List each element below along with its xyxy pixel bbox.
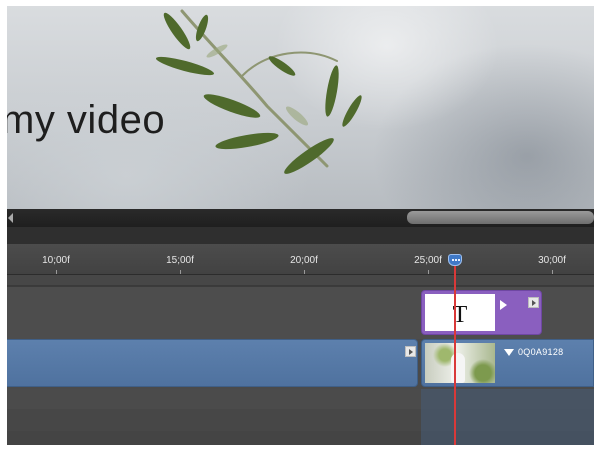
timeline-track[interactable] <box>7 275 594 286</box>
ruler-tick <box>552 270 553 274</box>
preview-monitor[interactable]: my video <box>7 6 594 209</box>
playhead-line[interactable] <box>454 260 456 445</box>
clip-end-marker-icon[interactable] <box>528 297 539 308</box>
video-editor-window: my video 10;00f 15;00f 20;00f 25;00f 30;… <box>7 6 594 445</box>
ruler-label-25s: 25;00f <box>414 255 442 266</box>
video-clip-name: 0Q0A9128 <box>518 347 564 357</box>
playhead-marker-icon[interactable] <box>448 254 462 266</box>
preview-horizontal-scrollbar[interactable] <box>7 209 594 227</box>
timeline-ruler[interactable]: 10;00f 15;00f 20;00f 25;00f 30;00f <box>7 244 594 275</box>
video-clip[interactable]: 0Q0A9128 <box>421 339 594 387</box>
title-clip-thumbnail: T <box>425 294 495 331</box>
ruler-label-15s: 15;00f <box>166 255 194 266</box>
app: my video 10;00f 15;00f 20;00f 25;00f 30;… <box>0 0 600 451</box>
ruler-label-10s: 10;00f <box>42 255 70 266</box>
chevron-down-icon[interactable] <box>504 349 514 356</box>
title-clip[interactable]: T <box>421 290 542 335</box>
ruler-label-30s: 30;00f <box>538 255 566 266</box>
scrollbar-thumb[interactable] <box>407 211 594 224</box>
play-icon <box>500 300 507 310</box>
clip-region-highlight <box>421 389 594 445</box>
scroll-left-arrow-icon[interactable] <box>8 213 13 223</box>
ruler-tick <box>56 270 57 274</box>
ruler-label-20s: 20;00f <box>290 255 318 266</box>
panel-divider[interactable] <box>7 227 594 244</box>
video-clip[interactable] <box>7 339 418 387</box>
ruler-tick <box>180 270 181 274</box>
title-clip-letter: T <box>452 302 468 328</box>
ruler-tick <box>304 270 305 274</box>
clip-end-marker-icon[interactable] <box>405 346 416 357</box>
ruler-tick <box>428 270 429 274</box>
preview-title-text: my video <box>7 98 166 142</box>
video-clip-thumbnail <box>425 343 495 383</box>
